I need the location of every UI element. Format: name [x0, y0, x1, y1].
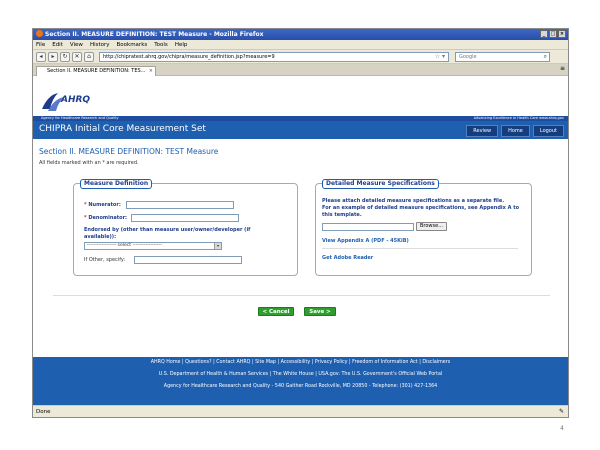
- reload-icon[interactable]: ↻: [60, 51, 70, 62]
- url-text: http://chipratest.ahrq.gov/chipra/measur…: [103, 53, 275, 60]
- status-bar: Done ✎: [33, 405, 568, 417]
- title-bar: Section II. MEASURE DEFINITION: TEST Mea…: [33, 29, 568, 40]
- denominator-label: * Denominator:: [84, 215, 128, 221]
- detailed-specs-panel: Detailed Measure Specifications Please a…: [315, 179, 532, 276]
- search-input[interactable]: Google ⌕: [455, 51, 550, 62]
- other-specify-input[interactable]: [134, 256, 242, 264]
- adobe-reader-link[interactable]: Get Adobe Reader: [322, 255, 373, 261]
- window-title: Section II. MEASURE DEFINITION: TEST Mea…: [45, 31, 264, 38]
- menu-file[interactable]: File: [36, 40, 45, 49]
- nav-home-button[interactable]: Home: [501, 125, 530, 137]
- firefox-icon: [36, 30, 43, 37]
- stop-icon[interactable]: ✕: [72, 51, 82, 62]
- required-note: All fields marked with an * are required…: [39, 160, 139, 166]
- page-content: AHRQ Agency for Healthcare Research and …: [33, 87, 568, 405]
- footer-gov-links[interactable]: U.S. Department of Health & Human Servic…: [33, 369, 568, 381]
- menu-edit[interactable]: Edit: [52, 40, 63, 49]
- address-bar[interactable]: http://chipratest.ahrq.gov/chipra/measur…: [99, 51, 449, 62]
- maximize-button[interactable]: □: [549, 30, 557, 38]
- footer-address: Agency for Healthcare Research and Quali…: [163, 384, 438, 389]
- detailed-specs-legend: Detailed Measure Specifications: [322, 179, 439, 189]
- endorsed-select[interactable]: ------------------ select --------------…: [84, 242, 222, 250]
- measure-definition-panel: Measure Definition * Numerator: * Denomi…: [73, 179, 298, 276]
- specs-divider: [322, 248, 518, 249]
- menu-tools[interactable]: Tools: [154, 40, 168, 49]
- browser-window: Section II. MEASURE DEFINITION: TEST Mea…: [32, 28, 569, 418]
- ahrq-logo: AHRQ: [61, 95, 91, 105]
- agency-tagline: Agency for Healthcare Research and Quali…: [41, 116, 119, 120]
- endorsed-label-line2: available)):: [84, 234, 117, 240]
- search-icon[interactable]: ⌕: [544, 53, 547, 61]
- close-button[interactable]: ×: [558, 30, 566, 38]
- browse-button[interactable]: Browse...: [416, 222, 447, 231]
- menu-bookmarks[interactable]: Bookmarks: [117, 40, 148, 49]
- tab-close-icon[interactable]: ×: [149, 67, 153, 76]
- menu-help[interactable]: Help: [175, 40, 188, 49]
- specs-instructions-line1: Please attach detailed measure specifica…: [322, 198, 505, 204]
- bookmark-star-icon[interactable]: ☆ ▾: [435, 53, 445, 61]
- addon-icon[interactable]: ✎: [559, 406, 564, 417]
- denominator-input[interactable]: [131, 214, 239, 222]
- tab-list-icon[interactable]: ≡: [560, 65, 565, 72]
- nav-toolbar: ◂ ▸ ↻ ✕ ⌂ http://chipratest.ahrq.gov/chi…: [33, 50, 568, 64]
- search-placeholder: Google: [459, 53, 477, 60]
- app-bar: CHIPRA Initial Core Measurement Set Revi…: [33, 121, 568, 139]
- menu-history[interactable]: History: [90, 40, 110, 49]
- menu-view[interactable]: View: [70, 40, 83, 49]
- other-label: If Other, specify:: [84, 257, 126, 263]
- site-header: AHRQ Agency for Healthcare Research and …: [33, 87, 568, 121]
- endorsed-label-line1: Endorsed by (other than measure user/own…: [84, 227, 251, 233]
- numerator-input[interactable]: [126, 201, 234, 209]
- tab-label: Section II. MEASURE DEFINITION: TES...: [47, 68, 146, 74]
- nav-logout-button[interactable]: Logout: [532, 125, 564, 137]
- appendix-a-link[interactable]: View Appendix A (PDF - 45KiB): [322, 238, 409, 244]
- menu-bar: File Edit View History Bookmarks Tools H…: [33, 40, 568, 50]
- form-divider: [53, 295, 550, 296]
- back-icon[interactable]: ◂: [36, 51, 46, 62]
- slide-page-number: 4: [560, 425, 564, 432]
- endorsed-select-value: ------------------ select --------------…: [87, 243, 162, 248]
- specs-instructions-line3: this template.: [322, 212, 362, 218]
- numerator-label: * Numerator:: [84, 202, 121, 208]
- app-title: CHIPRA Initial Core Measurement Set: [39, 124, 206, 134]
- tab-active[interactable]: Section II. MEASURE DEFINITION: TES... ×: [36, 66, 156, 76]
- forward-icon[interactable]: ▸: [48, 51, 58, 62]
- home-icon[interactable]: ⌂: [84, 51, 94, 62]
- file-path-input[interactable]: [322, 223, 414, 231]
- nav-review-button[interactable]: Review: [466, 125, 499, 137]
- page-title: Section II. MEASURE DEFINITION: TEST Mea…: [39, 147, 219, 156]
- cancel-button[interactable]: < Cancel: [258, 307, 294, 316]
- status-text: Done: [36, 409, 51, 415]
- specs-instructions-line2: For an example of detailed measure speci…: [322, 205, 520, 211]
- site-footer: AHRQ Home | Questions? | Contact AHRQ | …: [33, 357, 568, 405]
- tab-bar: Section II. MEASURE DEFINITION: TES... ×…: [33, 64, 568, 76]
- footer-links[interactable]: AHRQ Home | Questions? | Contact AHRQ | …: [33, 357, 568, 369]
- save-button[interactable]: Save >: [304, 307, 336, 316]
- chevron-down-icon: ▾: [214, 243, 221, 249]
- measure-definition-legend: Measure Definition: [80, 179, 153, 189]
- minimize-button[interactable]: _: [540, 30, 548, 38]
